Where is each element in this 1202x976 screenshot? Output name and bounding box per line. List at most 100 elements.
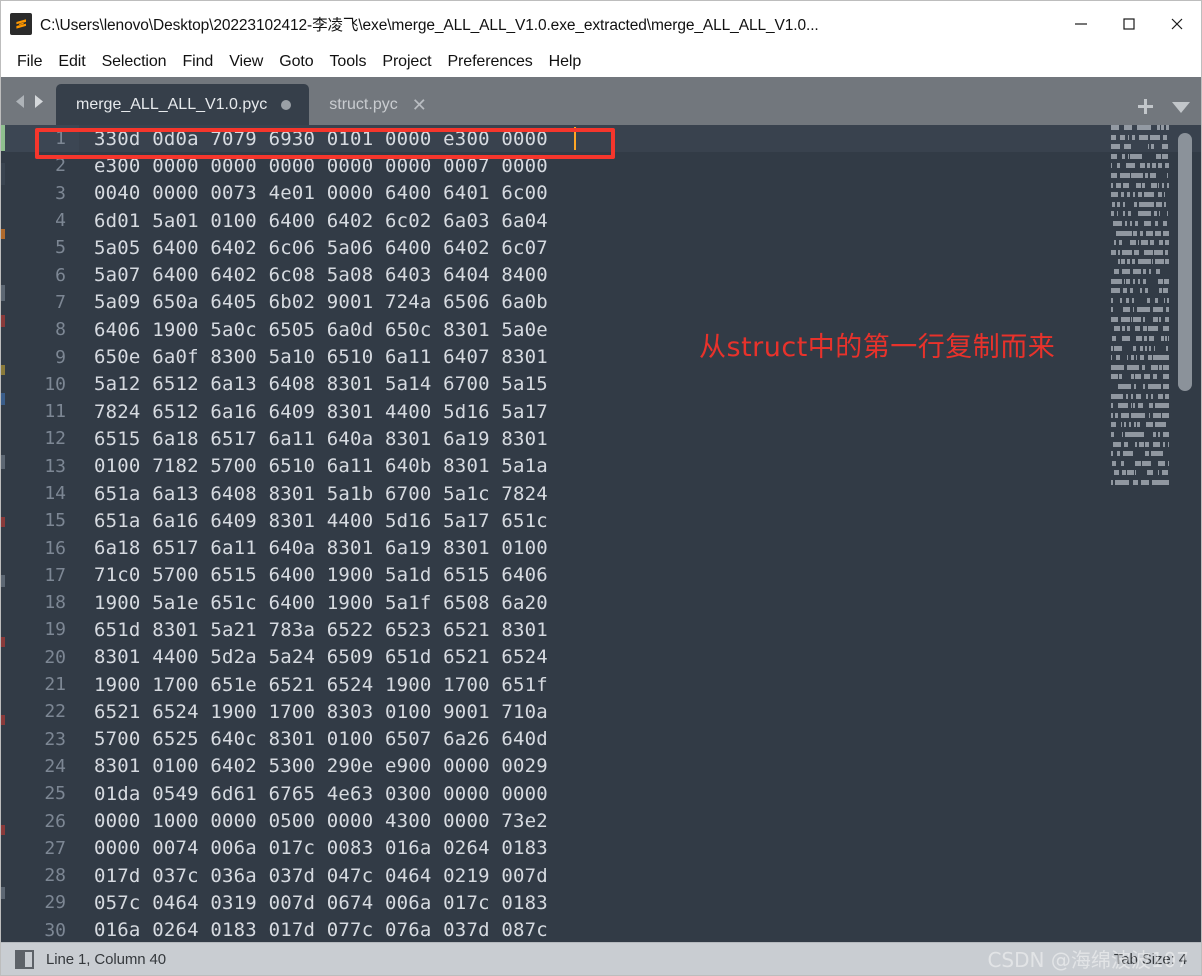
menu-item-file[interactable]: File (9, 51, 50, 73)
chevron-right-icon[interactable] (31, 93, 46, 110)
code-line-row[interactable]: 11 7824 6512 6a16 6409 8301 4400 5d16 5a1… (1, 398, 1201, 425)
code-text[interactable]: 8301 0100 6402 5300 290e e900 0000 0029 (79, 755, 548, 777)
vertical-scrollbar[interactable] (1169, 125, 1201, 942)
code-line-row[interactable]: 12 6515 6a18 6517 6a11 640a 8301 6a19 830… (1, 425, 1201, 452)
menu-item-preferences[interactable]: Preferences (439, 51, 540, 73)
menu-item-edit[interactable]: Edit (50, 51, 93, 73)
tab-struct-pyc[interactable]: struct.pyc ✕ (309, 84, 443, 125)
code-line-row[interactable]: 28 017d 037c 036a 037d 047c 0464 0219 007… (1, 862, 1201, 889)
code-text[interactable]: 0000 0074 006a 017c 0083 016a 0264 0183 (79, 837, 548, 859)
menu-item-help[interactable]: Help (541, 51, 590, 73)
code-text[interactable]: 5a05 6400 6402 6c06 5a06 6400 6402 6c07 (79, 237, 548, 259)
code-text[interactable]: 1900 5a1e 651c 6400 1900 5a1f 6508 6a20 (79, 592, 548, 614)
code-text[interactable]: 650e 6a0f 8300 5a10 6510 6a11 6407 8301 (79, 346, 548, 368)
minimap-line (1111, 211, 1169, 217)
code-text[interactable]: 651d 8301 5a21 783a 6522 6523 6521 8301 (79, 619, 548, 641)
menu-item-find[interactable]: Find (174, 51, 221, 73)
plus-icon[interactable] (1136, 97, 1155, 116)
code-line-row[interactable]: 18 1900 5a1e 651c 6400 1900 5a1f 6508 6a2… (1, 589, 1201, 616)
menu-item-view[interactable]: View (221, 51, 271, 73)
code-text[interactable]: 651a 6a16 6409 8301 4400 5d16 5a17 651c (79, 510, 548, 532)
code-line-row[interactable]: 2 e300 0000 0000 0000 0000 0000 0007 0000 (1, 152, 1201, 179)
minimap[interactable] (1111, 125, 1169, 490)
code-line-row[interactable]: 17 71c0 5700 6515 6400 1900 5a1d 6515 640… (1, 562, 1201, 589)
menu-item-selection[interactable]: Selection (94, 51, 175, 73)
code-text[interactable]: 1900 1700 651e 6521 6524 1900 1700 651f (79, 674, 548, 696)
code-text[interactable]: 330d 0d0a 7079 6930 0101 0000 e300 0000 (79, 128, 548, 150)
code-text[interactable]: 017d 037c 036a 037d 047c 0464 0219 007d (79, 865, 548, 887)
tab-dirty-dot-icon[interactable] (281, 99, 292, 110)
menu-item-goto[interactable]: Goto (271, 51, 321, 73)
code-text[interactable]: 6521 6524 1900 1700 8303 0100 9001 710a (79, 701, 548, 723)
menu-item-tools[interactable]: Tools (322, 51, 375, 73)
code-text[interactable]: e300 0000 0000 0000 0000 0000 0007 0000 (79, 155, 548, 177)
minimap-line (1111, 403, 1169, 409)
code-text[interactable]: 6515 6a18 6517 6a11 640a 8301 6a19 8301 (79, 428, 548, 450)
code-text[interactable]: 01da 0549 6d61 6765 4e63 0300 0000 0000 (79, 783, 548, 805)
code-line-row[interactable]: 24 8301 0100 6402 5300 290e e900 0000 002… (1, 753, 1201, 780)
chevron-left-icon[interactable] (13, 93, 28, 110)
code-text[interactable]: 6406 1900 5a0c 6505 6a0d 650c 8301 5a0e (79, 319, 548, 341)
code-line-row[interactable]: 6 5a07 6400 6402 6c08 5a08 6403 6404 8400 (1, 261, 1201, 288)
scrollbar-thumb[interactable] (1178, 133, 1192, 391)
chevron-down-icon[interactable] (1171, 100, 1191, 114)
minimap-line (1111, 125, 1169, 130)
code-line-row[interactable]: 15 651a 6a16 6409 8301 4400 5d16 5a17 651… (1, 507, 1201, 534)
window-controls (1057, 1, 1201, 46)
code-text[interactable]: 0000 1000 0000 0500 0000 4300 0000 73e2 (79, 810, 548, 832)
code-text[interactable]: 7824 6512 6a16 6409 8301 4400 5d16 5a17 (79, 401, 548, 423)
line-number: 21 (44, 674, 66, 696)
code-lines[interactable]: 1 330d 0d0a 7079 6930 0101 0000 e300 0000… (1, 125, 1201, 942)
code-text[interactable]: 5a12 6512 6a13 6408 8301 5a14 6700 5a15 (79, 373, 548, 395)
code-line-row[interactable]: 25 01da 0549 6d61 6765 4e63 0300 0000 000… (1, 780, 1201, 807)
menu-item-project[interactable]: Project (374, 51, 439, 73)
code-text[interactable]: 8301 4400 5d2a 5a24 6509 651d 6521 6524 (79, 646, 548, 668)
tab-merge-all-all-v1-0-pyc[interactable]: merge_ALL_ALL_V1.0.pyc (56, 84, 310, 125)
code-line-row[interactable]: 26 0000 1000 0000 0500 0000 4300 0000 73e… (1, 807, 1201, 834)
minimap-line (1111, 297, 1169, 303)
edge-marker (1, 229, 5, 239)
code-line-row[interactable]: 4 6d01 5a01 0100 6400 6402 6c02 6a03 6a04 (1, 207, 1201, 234)
maximize-button[interactable] (1105, 1, 1153, 46)
line-number: 11 (44, 401, 66, 423)
code-line-row[interactable]: 19 651d 8301 5a21 783a 6522 6523 6521 830… (1, 616, 1201, 643)
code-line-row[interactable]: 1 330d 0d0a 7079 6930 0101 0000 e300 0000 (1, 125, 1201, 153)
code-text[interactable]: 651a 6a13 6408 8301 5a1b 6700 5a1c 7824 (79, 483, 548, 505)
code-line-row[interactable]: 7 5a09 650a 6405 6b02 9001 724a 6506 6a0b (1, 289, 1201, 316)
line-number: 26 (44, 810, 66, 832)
code-text[interactable]: 0100 7182 5700 6510 6a11 640b 8301 5a1a (79, 455, 548, 477)
code-line-row[interactable]: 13 0100 7182 5700 6510 6a11 640b 8301 5a1… (1, 453, 1201, 480)
minimap-line (1111, 230, 1169, 236)
code-line-row[interactable]: 22 6521 6524 1900 1700 8303 0100 9001 710… (1, 698, 1201, 725)
code-line-row[interactable]: 20 8301 4400 5d2a 5a24 6509 651d 6521 652… (1, 644, 1201, 671)
code-line-row[interactable]: 16 6a18 6517 6a11 640a 8301 6a19 8301 010… (1, 534, 1201, 561)
code-editor[interactable]: 1 330d 0d0a 7079 6930 0101 0000 e300 0000… (1, 125, 1201, 942)
code-text[interactable]: 71c0 5700 6515 6400 1900 5a1d 6515 6406 (79, 564, 548, 586)
code-line-row[interactable]: 14 651a 6a13 6408 8301 5a1b 6700 5a1c 782… (1, 480, 1201, 507)
code-line-row[interactable]: 27 0000 0074 006a 017c 0083 016a 0264 018… (1, 835, 1201, 862)
code-text[interactable]: 5a07 6400 6402 6c08 5a08 6403 6404 8400 (79, 264, 548, 286)
close-icon[interactable]: ✕ (412, 96, 427, 114)
split-pane-icon[interactable] (15, 949, 34, 969)
code-text[interactable]: 5700 6525 640c 8301 0100 6507 6a26 640d (79, 728, 548, 750)
code-text[interactable]: 0040 0000 0073 4e01 0000 6400 6401 6c00 (79, 182, 548, 204)
code-line-row[interactable]: 29 057c 0464 0319 007d 0674 006a 017c 018… (1, 889, 1201, 916)
code-line-row[interactable]: 3 0040 0000 0073 4e01 0000 6400 6401 6c00 (1, 180, 1201, 207)
tab-size-label[interactable]: Tab Size: 4 (1114, 951, 1187, 968)
code-line-row[interactable]: 23 5700 6525 640c 8301 0100 6507 6a26 640… (1, 726, 1201, 753)
code-text[interactable]: 6a18 6517 6a11 640a 8301 6a19 8301 0100 (79, 537, 548, 559)
code-text[interactable]: 6d01 5a01 0100 6400 6402 6c02 6a03 6a04 (79, 210, 548, 232)
minimize-button[interactable] (1057, 1, 1105, 46)
edge-marker (1, 125, 5, 151)
code-text[interactable]: 5a09 650a 6405 6b02 9001 724a 6506 6a0b (79, 291, 548, 313)
code-line-row[interactable]: 30 016a 0264 0183 017d 077c 076a 037d 087… (1, 917, 1201, 942)
minimap-line (1111, 326, 1169, 332)
code-text[interactable]: 057c 0464 0319 007d 0674 006a 017c 0183 (79, 892, 548, 914)
minimap-line (1111, 249, 1169, 255)
minimap-line (1111, 470, 1169, 476)
code-line-row[interactable]: 5 5a05 6400 6402 6c06 5a06 6400 6402 6c07 (1, 234, 1201, 261)
close-button[interactable] (1153, 1, 1201, 46)
code-line-row[interactable]: 10 5a12 6512 6a13 6408 8301 5a14 6700 5a1… (1, 371, 1201, 398)
code-text[interactable]: 016a 0264 0183 017d 077c 076a 037d 087c (79, 919, 548, 941)
code-line-row[interactable]: 21 1900 1700 651e 6521 6524 1900 1700 651… (1, 671, 1201, 698)
